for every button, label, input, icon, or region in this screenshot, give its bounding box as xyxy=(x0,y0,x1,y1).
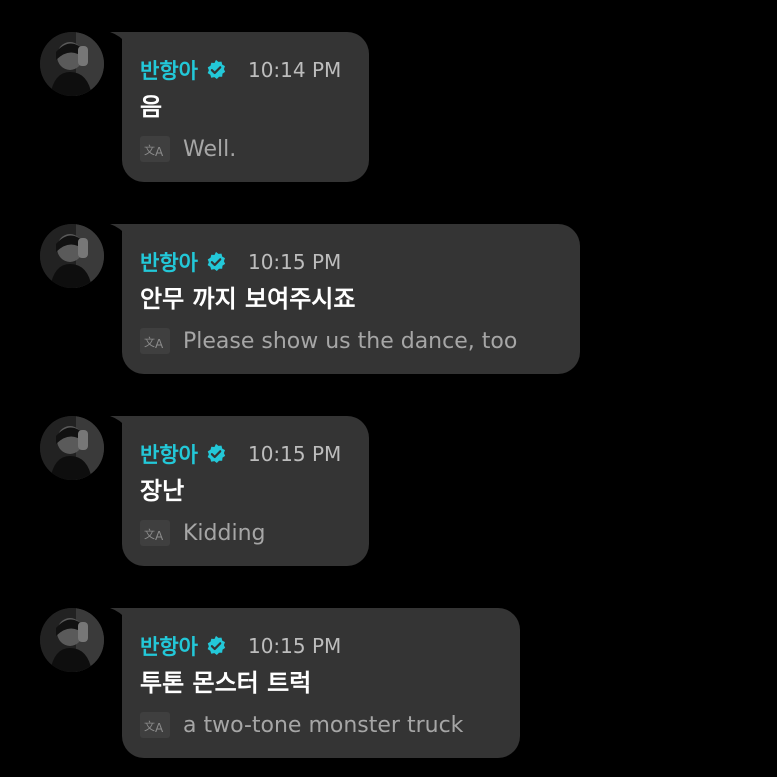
avatar[interactable] xyxy=(40,416,104,480)
translation-row: 文 A Kidding xyxy=(140,518,266,548)
verified-badge-icon xyxy=(205,251,227,273)
avatar-image xyxy=(40,608,104,672)
bubble-tail xyxy=(110,32,130,48)
timestamp: 10:15 PM xyxy=(247,442,342,466)
message-bubble[interactable]: 반항아 10:15 PM 안무 까지 보여주시죠 文 A Please show… xyxy=(110,224,580,374)
username[interactable]: 반항아 xyxy=(140,55,198,85)
bubble-tail xyxy=(110,608,130,624)
username[interactable]: 반항아 xyxy=(140,631,198,661)
username[interactable]: 반항아 xyxy=(140,247,198,277)
translation-text: Please show us the dance, too xyxy=(183,328,518,354)
timestamp: 10:15 PM xyxy=(247,634,342,658)
timestamp: 10:15 PM xyxy=(247,250,342,274)
translate-icon: 文 A xyxy=(140,712,170,738)
message-bubble[interactable]: 반항아 10:14 PM 음 文 A Well. xyxy=(110,32,369,182)
svg-text:A: A xyxy=(155,145,164,159)
svg-text:文: 文 xyxy=(144,335,155,349)
avatar-image xyxy=(40,224,104,288)
bubble-tail xyxy=(110,416,130,432)
translation-row: 文 A Please show us the dance, too xyxy=(140,326,517,356)
verified-badge-icon xyxy=(205,443,227,465)
bubble-tail xyxy=(110,224,130,240)
translate-icon: 文 A xyxy=(140,520,170,546)
avatar[interactable] xyxy=(40,608,104,672)
translation-text: Well. xyxy=(183,136,237,162)
svg-text:A: A xyxy=(155,337,164,351)
svg-text:文: 文 xyxy=(144,143,155,157)
verified-badge-icon xyxy=(205,635,227,657)
message-header: 반항아 10:14 PM xyxy=(140,56,341,84)
message-bubble[interactable]: 반항아 10:15 PM 장난 文 A Kidding xyxy=(110,416,369,566)
translation-text: Kidding xyxy=(183,520,266,546)
avatar[interactable] xyxy=(40,224,104,288)
message-text: 음 xyxy=(140,93,163,121)
translation-text: a two-tone monster truck xyxy=(183,712,464,738)
avatar-image xyxy=(40,416,104,480)
message-text: 장난 xyxy=(140,477,185,505)
message-text: 안무 까지 보여주시죠 xyxy=(140,285,356,313)
svg-text:文: 文 xyxy=(144,719,155,733)
message-header: 반항아 10:15 PM xyxy=(140,632,341,660)
translate-icon: 文 A xyxy=(140,136,170,162)
translation-row: 文 A Well. xyxy=(140,134,236,164)
timestamp: 10:14 PM xyxy=(247,58,342,82)
message-header: 반항아 10:15 PM xyxy=(140,440,341,468)
message-bubble[interactable]: 반항아 10:15 PM 투톤 몬스터 트럭 文 A a two-tone mo… xyxy=(110,608,520,758)
svg-text:A: A xyxy=(155,529,164,543)
avatar[interactable] xyxy=(40,32,104,96)
translation-row: 文 A a two-tone monster truck xyxy=(140,710,463,740)
svg-text:文: 文 xyxy=(144,527,155,541)
avatar-image xyxy=(40,32,104,96)
verified-badge-icon xyxy=(205,59,227,81)
message-text: 투톤 몬스터 트럭 xyxy=(140,669,312,697)
translate-icon: 文 A xyxy=(140,328,170,354)
username[interactable]: 반항아 xyxy=(140,439,198,469)
message-header: 반항아 10:15 PM xyxy=(140,248,341,276)
svg-text:A: A xyxy=(155,721,164,735)
